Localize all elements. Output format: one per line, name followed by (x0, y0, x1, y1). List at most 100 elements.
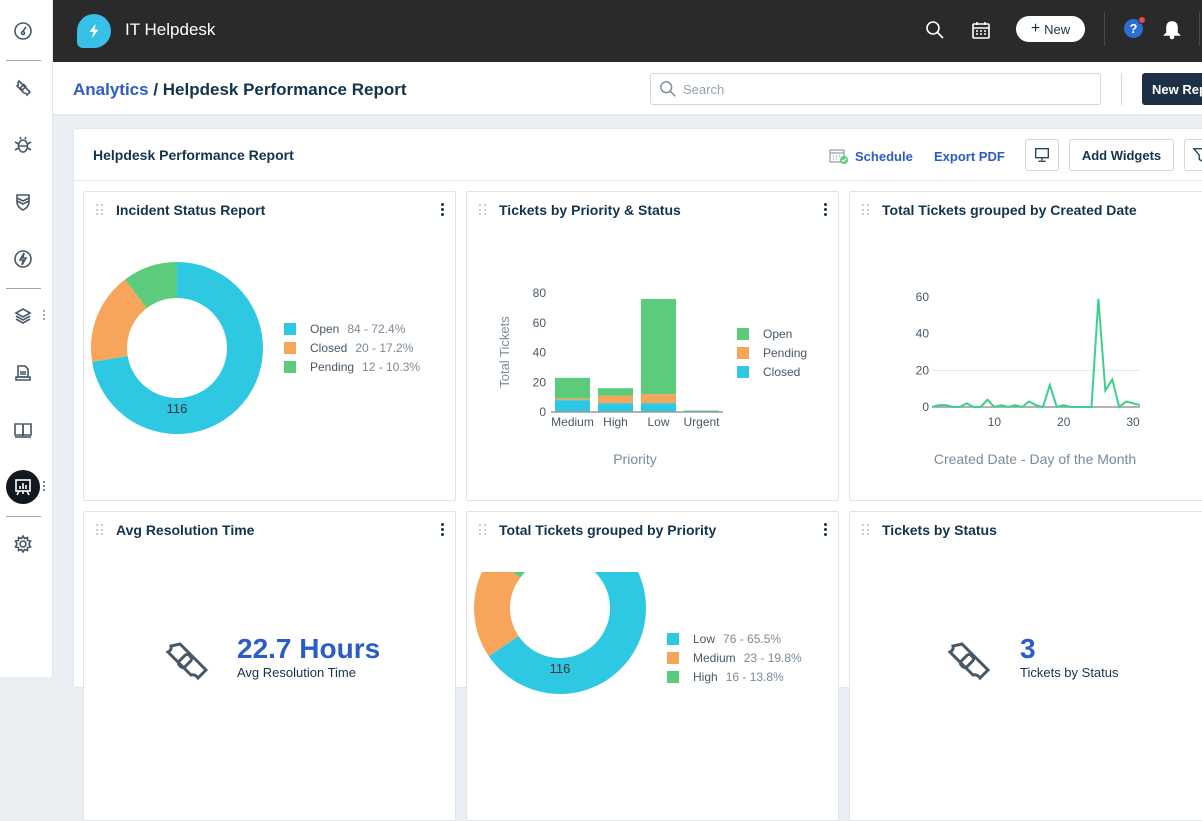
export-pdf-button[interactable]: Export PDF (934, 149, 1005, 164)
document-tray-icon (15, 365, 31, 381)
widget-title: Tickets by Status (882, 522, 997, 538)
sidebar-item-admin[interactable] (6, 527, 40, 561)
legend-item-open[interactable]: Open 84 - 72.4% (284, 319, 420, 338)
y-axis-label: Total Tickets (497, 316, 512, 388)
incident-status-donut: 116 (91, 262, 263, 434)
new-button[interactable]: + New (1016, 16, 1085, 42)
filter-button[interactable] (1184, 139, 1202, 171)
widget-menu-icon[interactable] (824, 523, 828, 536)
search-input[interactable] (683, 81, 1083, 97)
x-tick-label: 30 (1126, 415, 1140, 429)
schedule-button[interactable]: Schedule (829, 148, 913, 164)
sidebar-item-solutions[interactable] (6, 413, 40, 447)
y-tick-label: 0 (539, 405, 546, 419)
page-header: Analytics / Helpdesk Performance Report … (53, 62, 1202, 115)
calendar-check-icon (829, 149, 848, 164)
add-widgets-button[interactable]: Add Widgets (1069, 139, 1174, 171)
widget-menu-icon[interactable] (441, 523, 445, 536)
ticket-icon (165, 642, 209, 681)
donut-center-label: 116 (167, 401, 188, 416)
schedule-label: Schedule (855, 148, 913, 164)
presentation-chart-icon (15, 479, 31, 496)
legend-item-open[interactable]: Open (737, 324, 807, 343)
sidebar-item-contracts[interactable] (6, 356, 40, 390)
legend-item-pending[interactable]: Pending (737, 343, 807, 362)
assets-more-icon[interactable] (43, 310, 47, 320)
widget-menu-icon[interactable] (824, 203, 828, 216)
kpi-value: 3 (1020, 633, 1036, 664)
sidebar-item-tickets[interactable] (6, 71, 40, 105)
legend-item-closed[interactable]: Closed 20 - 17.2% (284, 338, 420, 357)
breadcrumb: Analytics / Helpdesk Performance Report (73, 80, 407, 100)
x-tick-label: Low (647, 415, 669, 429)
tickets-by-priority-donut: 116 (474, 572, 646, 694)
x-tick-label: 10 (988, 415, 1002, 429)
x-axis-label: Created Date - Day of the Month (934, 451, 1136, 467)
y-tick-label: 20 (533, 375, 547, 389)
bar-high-pending (598, 395, 633, 404)
sidebar-item-assets[interactable] (6, 299, 40, 333)
legend-item-medium[interactable]: Medium 23 - 19.8% (667, 648, 802, 667)
breadcrumb-separator: / (148, 80, 163, 99)
book-icon (14, 423, 32, 438)
legend-item-low[interactable]: Low 76 - 65.5% (667, 629, 802, 648)
lightning-circle-icon (14, 250, 32, 268)
y-tick-label: 60 (533, 316, 547, 330)
widget-tickets-by-priority: Total Tickets grouped by Priority 116 Lo… (466, 511, 839, 821)
legend-item-closed[interactable]: Closed (737, 362, 807, 381)
widget-title: Incident Status Report (116, 202, 266, 218)
helpdesk-logo (77, 14, 111, 48)
sidebar-item-problems[interactable] (6, 128, 40, 162)
analytics-more-icon[interactable] (43, 481, 47, 491)
priority-status-legend: Open Pending Closed (737, 324, 807, 381)
gear-icon (14, 534, 32, 554)
global-search-button[interactable] (923, 18, 947, 42)
search-icon (926, 21, 944, 39)
filter-icon (1192, 148, 1202, 162)
widget-menu-icon[interactable] (441, 203, 445, 216)
bar-low-pending (641, 394, 676, 404)
presentation-mode-button[interactable] (1025, 139, 1059, 171)
legend-item-pending[interactable]: Pending 12 - 10.3% (284, 357, 420, 376)
breadcrumb-analytics-link[interactable]: Analytics (73, 80, 149, 99)
sidebar-item-analytics[interactable] (6, 470, 40, 504)
y-tick-label: 40 (916, 327, 930, 341)
report-header: Helpdesk Performance Report Schedule Exp… (74, 129, 1202, 181)
help-icon: ? (1129, 21, 1138, 36)
sidebar-item-changes[interactable] (6, 185, 40, 219)
bar-low-closed (641, 403, 676, 412)
widget-created-date: Total Tickets grouped by Created Date 02… (849, 191, 1202, 501)
app-title: IT Helpdesk (125, 20, 216, 39)
sidebar-item-dashboard[interactable] (6, 14, 40, 48)
drag-handle-icon[interactable] (96, 524, 104, 536)
kpi-label: Avg Resolution Time (237, 665, 356, 680)
y-tick-label: 60 (916, 290, 930, 304)
drag-handle-icon[interactable] (479, 524, 487, 536)
notification-dot (1138, 16, 1146, 24)
notifications-button[interactable] (1160, 18, 1184, 42)
kpi-label: Tickets by Status (1020, 665, 1119, 680)
x-tick-label: Medium (551, 415, 594, 429)
bell-icon (1163, 21, 1181, 40)
x-axis-label: Priority (613, 451, 657, 467)
donut-center-label: 116 (550, 661, 571, 676)
layers-icon (14, 308, 32, 324)
ticket-icon (15, 79, 32, 97)
bug-icon (14, 136, 32, 153)
sidebar-item-releases[interactable] (6, 242, 40, 276)
calendar-button[interactable] (969, 18, 993, 42)
new-report-button[interactable]: New Report (1142, 73, 1202, 105)
incident-status-legend: Open 84 - 72.4% Closed 20 - 17.2% Pending 1… (284, 319, 420, 376)
y-tick-label: 0 (922, 400, 929, 414)
lightning-icon (89, 23, 99, 39)
drag-handle-icon[interactable] (96, 204, 104, 216)
kpi-value: 22.7 Hours (237, 633, 381, 664)
bar-medium-closed (555, 400, 590, 412)
drag-handle-icon[interactable] (862, 524, 870, 536)
top-navigation-bar: IT Helpdesk + New ? (53, 0, 1202, 62)
search-box (650, 73, 1101, 105)
report-title: Helpdesk Performance Report (93, 147, 294, 163)
x-tick-label: 20 (1057, 415, 1071, 429)
avg-resolution-kpi: 22.7 Hours Avg Resolution Time (237, 633, 380, 680)
help-button[interactable]: ? (1124, 16, 1146, 38)
